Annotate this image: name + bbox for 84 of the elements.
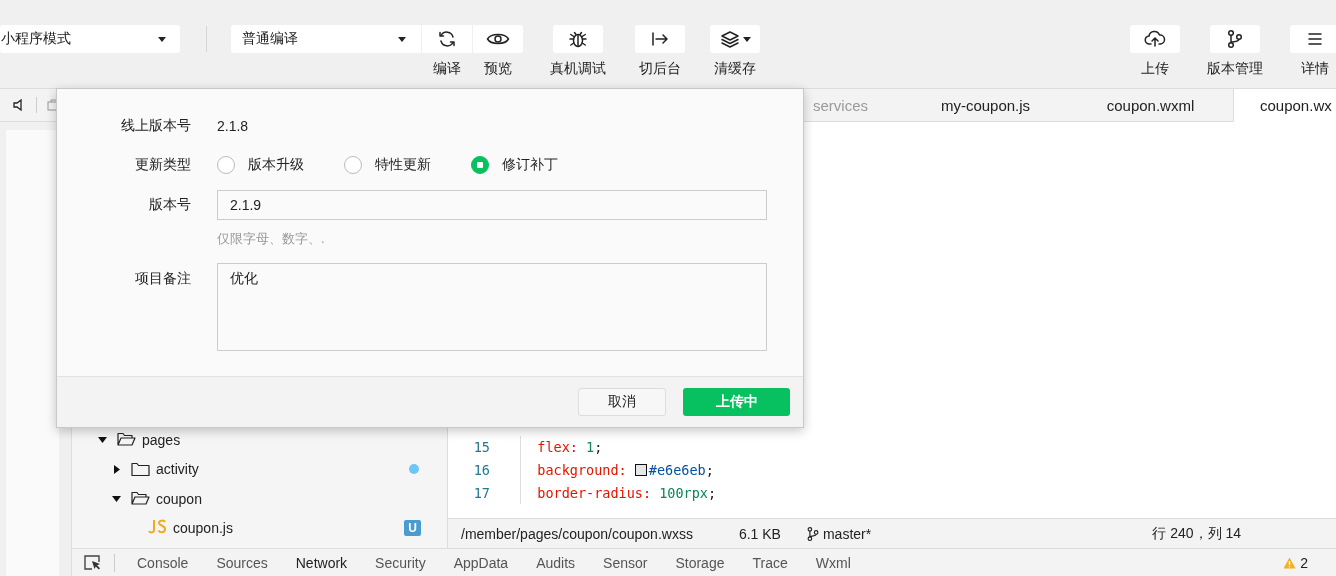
tree-item[interactable]: pages: [72, 425, 447, 455]
inspect-icon[interactable]: [84, 554, 102, 571]
devtools-tab[interactable]: Console: [137, 554, 189, 571]
refresh-icon: [437, 29, 457, 49]
devtools-tab[interactable]: Security: [375, 554, 426, 571]
eye-icon: [486, 31, 510, 47]
radio-button[interactable]: [344, 156, 362, 174]
editor-tab[interactable]: coupon.wx: [1233, 89, 1336, 122]
radio-label[interactable]: 特性更新: [375, 156, 431, 174]
branch-button[interactable]: [1210, 25, 1260, 53]
radio-button[interactable]: [471, 156, 489, 174]
bug-button[interactable]: [553, 25, 603, 53]
devtools-tab[interactable]: Sensor: [603, 554, 648, 571]
bug-icon: [568, 29, 588, 49]
form-label: 版本号: [148, 196, 191, 214]
line-number: 15: [472, 439, 490, 456]
layers-button[interactable]: [710, 25, 760, 53]
hint-text: 仅限字母、数字、.: [217, 230, 325, 248]
folder-icon: [131, 491, 150, 507]
cursor-position: 行 240，列 14: [1152, 524, 1241, 543]
compile-dropdown[interactable]: 普通编译: [231, 25, 421, 53]
code-text: #e6e6eb;: [648, 461, 714, 478]
branch-icon: [805, 525, 820, 542]
devtools-tab[interactable]: Storage: [675, 554, 725, 571]
folder-icon: [131, 461, 150, 477]
form-label: 线上版本号: [120, 117, 191, 135]
warning-count[interactable]: 2: [1300, 554, 1308, 571]
status-badge: U: [404, 520, 421, 537]
radio-label[interactable]: 修订补丁: [502, 156, 558, 174]
devtools-tab[interactable]: AppData: [453, 554, 509, 571]
tree-item[interactable]: coupon: [72, 484, 447, 514]
caret-icon: [398, 36, 406, 42]
toolbar-label: 版本管理: [1207, 60, 1263, 78]
version-text: 2.1.8: [217, 118, 249, 134]
upload-icon: [1144, 30, 1166, 48]
code-text: border-radius: 100rpx;: [536, 484, 717, 501]
menu-button[interactable]: [1290, 25, 1336, 53]
editor-tab[interactable]: coupon.wxml: [1068, 89, 1233, 121]
version-field[interactable]: 2.1.9: [217, 190, 767, 220]
code-text: flex: 1;: [536, 439, 603, 456]
devtools-tab[interactable]: Sources: [216, 554, 268, 571]
file-path: /member/pages/coupon/coupon.wxss: [461, 525, 693, 542]
refresh-button[interactable]: [422, 25, 472, 53]
arrow-icon: [650, 31, 670, 47]
line-number: 16: [472, 461, 490, 478]
warning-icon: [1283, 556, 1297, 569]
branch-name[interactable]: master*: [822, 525, 872, 542]
toolbar-label: 预览: [484, 60, 512, 78]
devtools-tab[interactable]: Audits: [536, 554, 576, 571]
file-name: activity: [156, 461, 200, 478]
editor-tab[interactable]: my-coupon.js: [903, 89, 1068, 121]
radio-button[interactable]: [217, 156, 235, 174]
caret-icon: [742, 36, 751, 42]
menu-icon: [1307, 32, 1323, 46]
note-field[interactable]: 优化: [217, 263, 767, 351]
code-text: background:: [536, 461, 628, 478]
arrow-button[interactable]: [635, 25, 685, 53]
form-label: 更新类型: [134, 156, 191, 174]
devtools-tab[interactable]: Wxml: [815, 554, 851, 571]
toolbar-label: 编译: [433, 60, 461, 78]
file-name: pages: [142, 431, 182, 448]
mode-dropdown[interactable]: 小程序模式: [0, 25, 180, 53]
toolbar-label: 清缓存: [714, 60, 756, 78]
toolbar-label: 切后台: [639, 60, 681, 78]
devtools-tab[interactable]: Trace: [752, 554, 788, 571]
toolbar-label: 上传: [1141, 60, 1169, 78]
tree-item[interactable]: activity: [72, 454, 447, 484]
folder-icon: [117, 432, 136, 448]
toolbar-label: 详情: [1301, 60, 1329, 78]
tree-item[interactable]: coupon.js U: [72, 513, 447, 543]
form-label: 项目备注: [134, 270, 191, 288]
caret-icon: [158, 36, 166, 42]
toolbar-label: 真机调试: [550, 60, 606, 78]
file-name: coupon: [156, 490, 203, 507]
file-size: 6.1 KB: [738, 525, 781, 542]
cancel-button[interactable]: 取消: [578, 388, 666, 416]
radio-label[interactable]: 版本升级: [248, 156, 304, 174]
devtools-tab[interactable]: Network: [295, 554, 348, 571]
branch-icon: [1226, 29, 1244, 49]
eye-button[interactable]: [473, 25, 523, 53]
layers-icon: [719, 30, 740, 48]
file-name: coupon.js: [173, 520, 234, 537]
upload-button[interactable]: [1130, 25, 1180, 53]
line-number: 17: [472, 484, 490, 501]
